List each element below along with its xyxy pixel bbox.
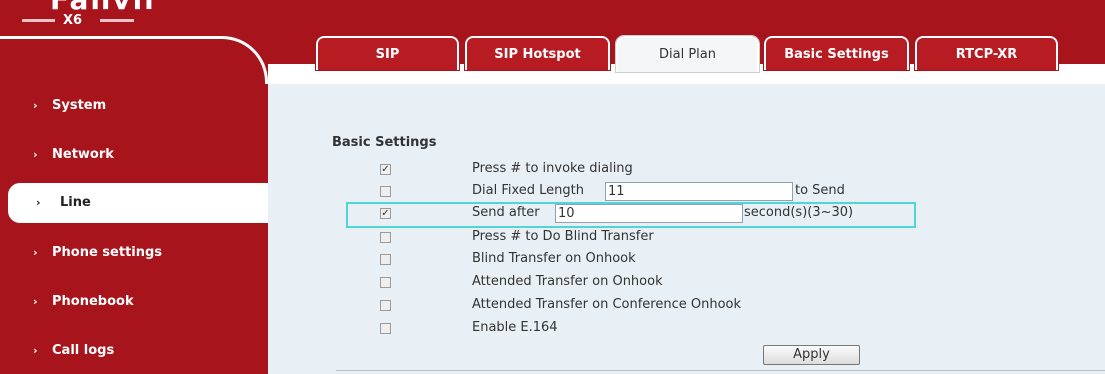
logo-line-right bbox=[100, 19, 134, 22]
sidebar-top-curve bbox=[0, 36, 268, 84]
chevron-right-icon: › bbox=[33, 99, 38, 112]
model-label: X6 bbox=[63, 13, 83, 28]
option-label: Press # to invoke dialing bbox=[472, 161, 633, 176]
tab-sip[interactable]: SIP bbox=[315, 35, 460, 71]
send-after-range-label: second(s)(3~30) bbox=[744, 205, 854, 220]
option-label: Attended Transfer on Onhook bbox=[472, 274, 663, 289]
option-row: Press # to Do Blind Transfer bbox=[380, 229, 980, 249]
option-row: Blind Transfer on Onhook bbox=[380, 251, 980, 271]
sidebar-item-label: Phone settings bbox=[52, 245, 163, 260]
sidebar-item-label: Phonebook bbox=[52, 294, 134, 309]
sidebar-item-network[interactable]: › Network bbox=[0, 135, 268, 175]
send-after-checkbox[interactable]: ✓ bbox=[380, 208, 391, 219]
sidebar-item-call-logs[interactable]: › Call logs bbox=[0, 331, 268, 371]
chevron-right-icon: › bbox=[33, 246, 38, 259]
option-label: Send after bbox=[472, 205, 540, 220]
option-row: ✓ Press # to invoke dialing bbox=[380, 161, 980, 181]
option-row: Enable E.164 bbox=[380, 320, 980, 340]
dial-fixed-length-checkbox[interactable] bbox=[380, 186, 391, 197]
sidebar-item-label: Network bbox=[52, 147, 114, 162]
attended-transfer-conference-checkbox[interactable] bbox=[380, 300, 391, 311]
option-row: Attended Transfer on Conference Onhook bbox=[380, 297, 980, 317]
tab-sip-hotspot[interactable]: SIP Hotspot bbox=[464, 35, 611, 71]
option-label: Attended Transfer on Conference Onhook bbox=[472, 297, 742, 312]
blind-transfer-onhook-checkbox[interactable] bbox=[380, 254, 391, 265]
press-hash-blind-transfer-checkbox[interactable] bbox=[380, 232, 391, 243]
to-send-label: to Send bbox=[795, 183, 845, 198]
send-after-input[interactable]: 10 bbox=[555, 204, 743, 223]
chevron-right-icon: › bbox=[33, 148, 38, 161]
section-title: Basic Settings bbox=[332, 135, 437, 150]
attended-transfer-onhook-checkbox[interactable] bbox=[380, 277, 391, 288]
chevron-right-icon: › bbox=[36, 196, 41, 209]
tab-dial-plan[interactable]: Dial Plan bbox=[615, 35, 760, 73]
chevron-right-icon: › bbox=[33, 344, 38, 357]
option-row: Attended Transfer on Onhook bbox=[380, 274, 980, 294]
sidebar-item-phone-settings[interactable]: › Phone settings bbox=[0, 233, 268, 273]
divider bbox=[336, 370, 1105, 371]
dial-fixed-length-input[interactable]: 11 bbox=[605, 182, 793, 201]
chevron-right-icon: › bbox=[33, 295, 38, 308]
sidebar-item-label: System bbox=[52, 98, 107, 113]
sidebar-item-label: Call logs bbox=[52, 343, 115, 358]
logo-line-left bbox=[22, 19, 55, 22]
sidebar-item-system[interactable]: › System bbox=[0, 86, 268, 126]
sidebar-item-phonebook[interactable]: › Phonebook bbox=[0, 282, 268, 322]
press-hash-invoke-checkbox[interactable]: ✓ bbox=[380, 164, 391, 175]
option-label: Press # to Do Blind Transfer bbox=[472, 229, 654, 244]
option-label: Blind Transfer on Onhook bbox=[472, 251, 636, 266]
sidebar-item-line[interactable]: › Line bbox=[8, 183, 268, 223]
apply-button[interactable]: Apply bbox=[763, 345, 860, 365]
tab-rtcp-xr[interactable]: RTCP-XR bbox=[914, 35, 1059, 71]
option-label: Dial Fixed Length bbox=[472, 183, 584, 198]
option-label: Enable E.164 bbox=[472, 320, 558, 335]
brand-logo: Fanvil bbox=[50, 0, 156, 14]
enable-e164-checkbox[interactable] bbox=[380, 323, 391, 334]
sidebar-item-label: Line bbox=[60, 195, 91, 210]
tab-basic-settings[interactable]: Basic Settings bbox=[763, 35, 910, 71]
